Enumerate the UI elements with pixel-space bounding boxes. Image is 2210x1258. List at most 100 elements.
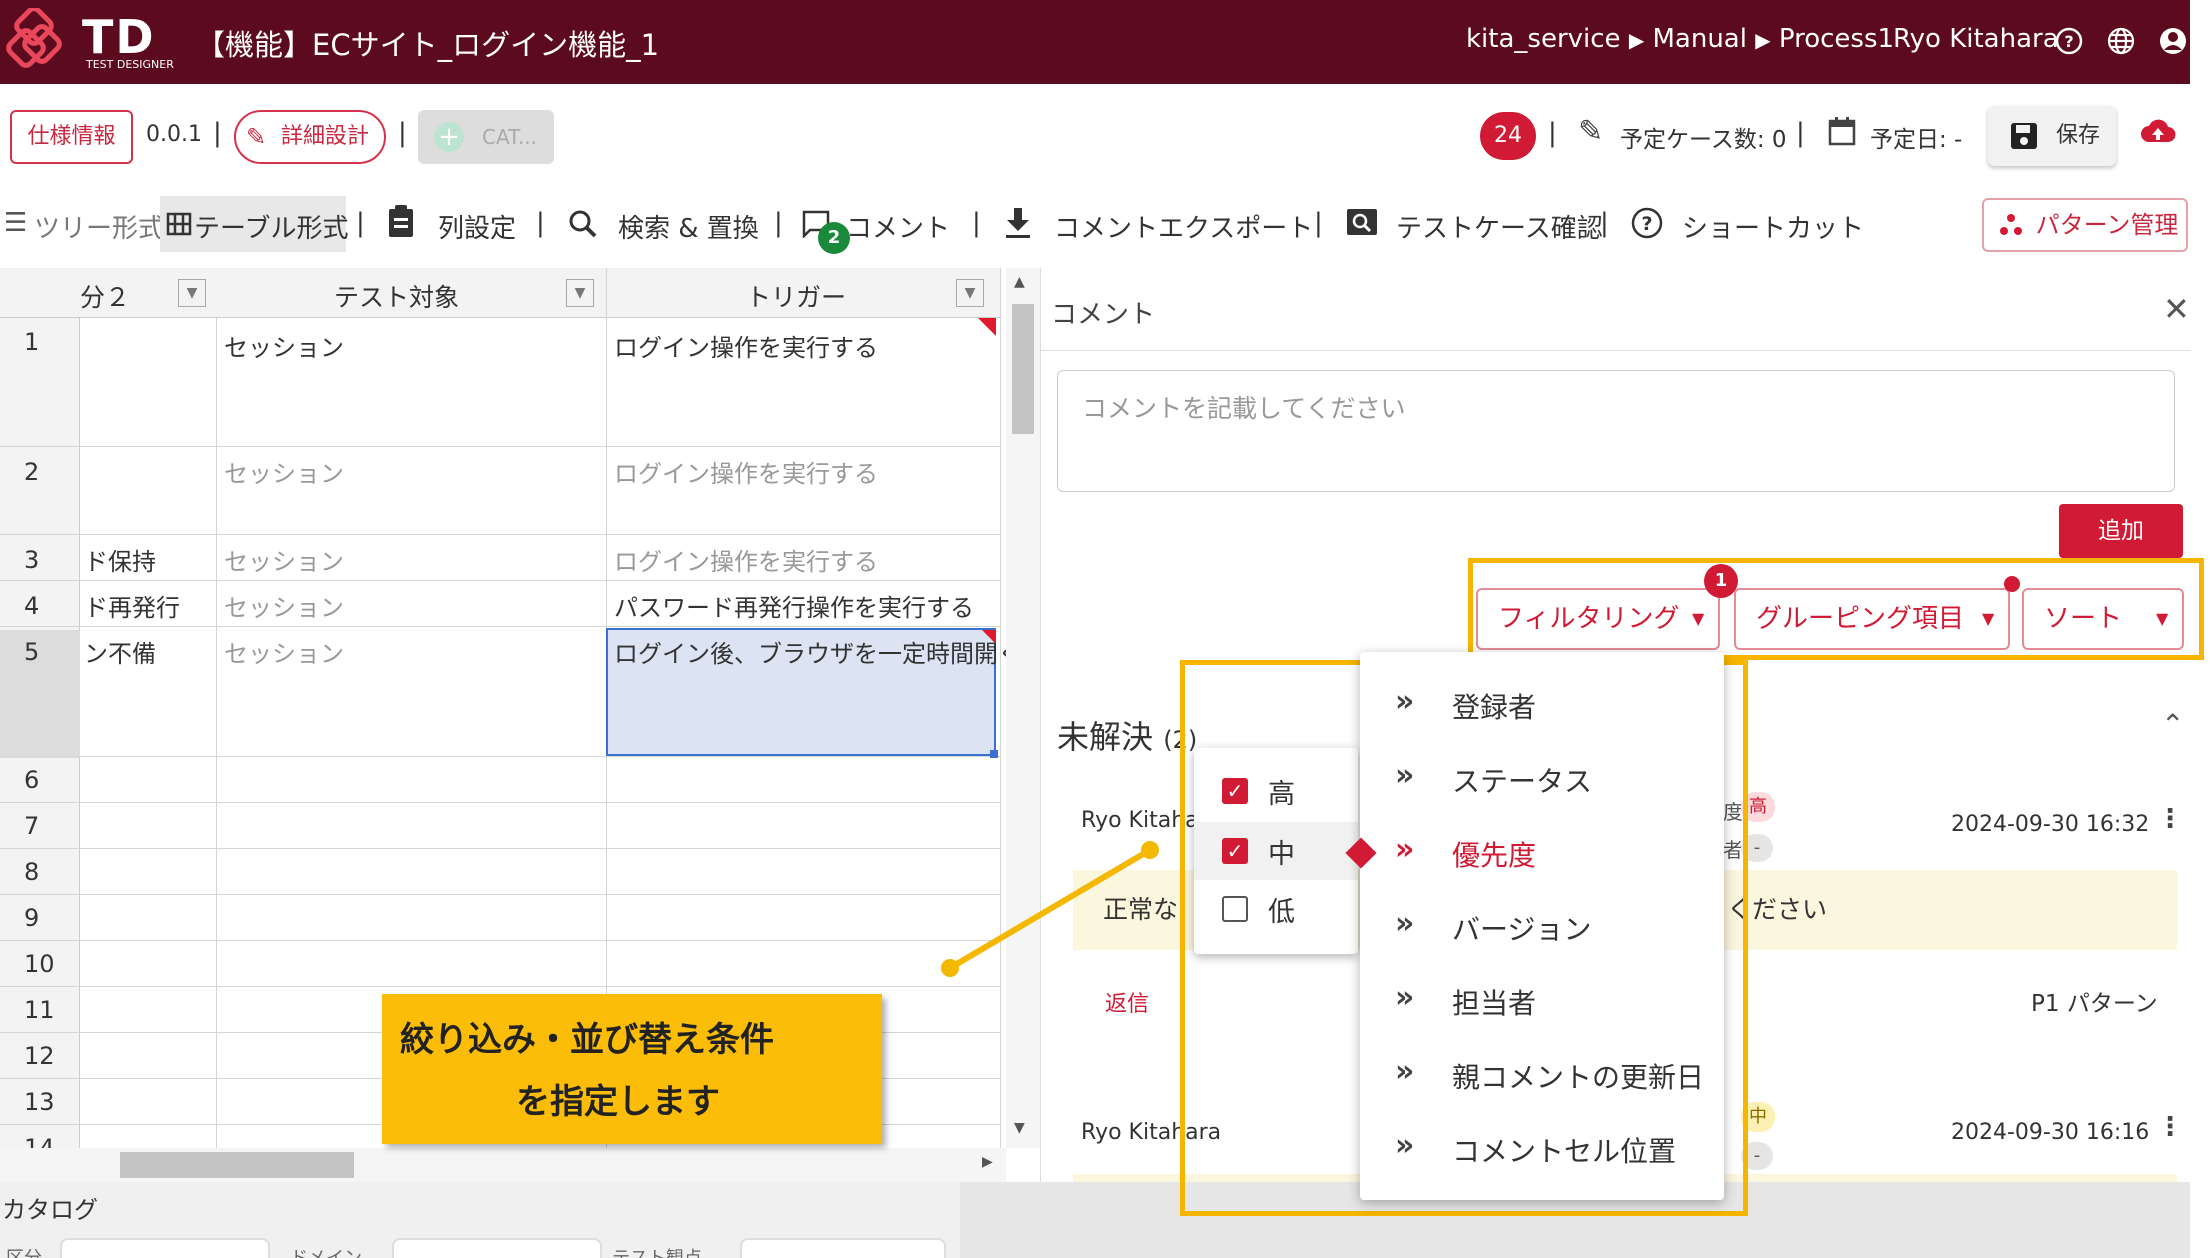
comment-input[interactable]: コメントを記載してください: [1057, 370, 2175, 492]
pattern-management-button[interactable]: パターン管理: [1982, 198, 2188, 252]
row-number: 12: [24, 1042, 55, 1070]
table-cell[interactable]: パスワード再発行操作を実行する: [614, 588, 974, 623]
pattern-reference[interactable]: P1 パターン: [2031, 984, 2158, 1018]
spec-info-button[interactable]: 仕様情報: [10, 110, 133, 164]
filter-dropdown-icon[interactable]: ▼: [178, 279, 206, 307]
reply-button[interactable]: 返信: [1105, 986, 1149, 1018]
menu-item-status[interactable]: ステータス: [1452, 760, 1592, 800]
scroll-right-icon[interactable]: ▶: [982, 1154, 993, 1170]
row-number: 7: [24, 812, 40, 840]
catalog-select[interactable]: [740, 1238, 946, 1258]
table-cell[interactable]: ン不備: [84, 634, 156, 669]
chevron-double-right-icon: »: [1395, 980, 1415, 1015]
menu-item-priority[interactable]: 優先度: [1452, 834, 1536, 874]
breadcrumb-process[interactable]: Process1: [1779, 24, 1894, 54]
collapse-chevron-icon[interactable]: ⌃: [2161, 708, 2184, 741]
search-replace-icon: [569, 210, 597, 238]
table-cell[interactable]: セッション: [224, 634, 344, 669]
col-divider: [1000, 268, 1001, 1188]
checkbox-unchecked-icon[interactable]: [1222, 896, 1248, 922]
search-replace-button[interactable]: 検索 & 置換: [618, 208, 759, 245]
checkbox-checked-icon[interactable]: ✓: [1222, 778, 1248, 804]
close-icon[interactable]: ✕: [2163, 290, 2190, 328]
testcase-check-button[interactable]: テストケース確認: [1396, 208, 1603, 245]
sort-button[interactable]: ソート ▼: [2022, 588, 2184, 650]
row-divider: [0, 626, 1000, 627]
save-label: 保存: [2056, 123, 2101, 148]
table-cell[interactable]: ログイン後、ブラウザを一定時間開く: [614, 634, 1022, 669]
horizontal-scroll-thumb[interactable]: [120, 1152, 354, 1178]
comment-export-button[interactable]: コメントエクスポート: [1054, 208, 1313, 245]
breadcrumb-manual[interactable]: Manual: [1652, 24, 1746, 54]
cat-button[interactable]: + CAT...: [418, 110, 554, 164]
chevron-double-right-icon: »: [1395, 758, 1415, 793]
row-number: 8: [24, 858, 40, 886]
divider: [1041, 350, 2191, 351]
column-header-target[interactable]: テスト対象: [334, 278, 459, 314]
checkbox-checked-icon[interactable]: ✓: [1222, 838, 1248, 864]
svg-text:?: ?: [1641, 213, 1652, 235]
row-number: 3: [24, 546, 40, 574]
table-cell[interactable]: セッション: [224, 542, 344, 577]
filter-button[interactable]: フィルタリング ▼: [1476, 588, 1720, 650]
dropdown-arrow-icon: ▼: [1982, 609, 1995, 628]
shortcut-button[interactable]: ショートカット: [1682, 208, 1864, 245]
add-comment-button[interactable]: 追加: [2059, 504, 2183, 558]
table-cell[interactable]: セッション: [224, 588, 344, 623]
account-icon[interactable]: [2158, 26, 2188, 56]
menu-item-assignee[interactable]: 担当者: [1452, 982, 1536, 1022]
row-number: 5: [24, 638, 40, 666]
detail-design-label: 詳細設計: [280, 124, 369, 149]
menu-item-registrant[interactable]: 登録者: [1452, 686, 1536, 726]
separator: |: [536, 208, 545, 238]
cloud-upload-icon[interactable]: [2140, 118, 2176, 146]
grouping-active-dot: [2004, 576, 2020, 592]
dropdown-arrow-icon: ▼: [1692, 609, 1705, 628]
catalog-select[interactable]: [60, 1238, 270, 1258]
notification-count-badge[interactable]: 24: [1480, 112, 1536, 160]
menu-item-parent-updated[interactable]: 親コメントの更新日: [1452, 1056, 1704, 1096]
main-toolbar: 仕様情報 0.0.1 | ✎ 詳細設計 | + CAT... 24 | ✎ 予定…: [0, 84, 2190, 186]
vertical-scroll-thumb[interactable]: [1012, 304, 1034, 434]
app-window: { "header": { "logo_text": "TD", "logo_s…: [0, 0, 2210, 1258]
menu-item-version[interactable]: バージョン: [1452, 908, 1591, 948]
row-number: 11: [24, 996, 55, 1024]
row-divider: [0, 446, 1000, 447]
globe-icon[interactable]: [2106, 26, 2136, 56]
scroll-up-icon[interactable]: ▲: [1014, 274, 1025, 290]
comment-button[interactable]: コメント: [846, 208, 950, 245]
menu-item-cell-position[interactable]: コメントセル位置: [1452, 1130, 1676, 1170]
tree-view-button[interactable]: ツリー形式: [34, 208, 164, 245]
grouping-button[interactable]: グルーピング項目 ▼: [1734, 588, 2010, 650]
help-icon[interactable]: ?: [2054, 26, 2084, 56]
priority-option-high[interactable]: 高: [1268, 772, 1295, 811]
grouping-label: グルーピング項目: [1756, 604, 1965, 634]
table-cell[interactable]: ド保持: [84, 542, 156, 577]
table-cell[interactable]: ログイン操作を実行する: [614, 454, 878, 489]
priority-option-low[interactable]: 低: [1268, 890, 1295, 929]
more-vert-icon[interactable]: ⋮: [2157, 1112, 2183, 1142]
detail-design-button[interactable]: ✎ 詳細設計: [234, 110, 386, 164]
column-header-kubun[interactable]: 分２: [80, 278, 130, 314]
unresolved-heading: 未解決 (2): [1057, 712, 1197, 758]
column-header-trigger[interactable]: トリガー: [746, 278, 846, 314]
breadcrumb-service[interactable]: kita_service: [1466, 24, 1621, 54]
chevron-double-right-icon: »: [1395, 832, 1415, 867]
more-vert-icon[interactable]: ⋮: [2157, 804, 2183, 834]
comment-marker-icon[interactable]: [978, 318, 996, 336]
filter-dropdown-icon[interactable]: ▼: [956, 279, 984, 307]
fill-handle[interactable]: [990, 750, 998, 758]
priority-option-mid[interactable]: 中: [1268, 832, 1295, 871]
user-name: Ryo Kitahara: [1893, 24, 2059, 54]
table-cell[interactable]: ド再発行: [84, 588, 180, 623]
table-cell[interactable]: ログイン操作を実行する: [614, 542, 878, 577]
catalog-select[interactable]: [392, 1238, 602, 1258]
table-cell[interactable]: ログイン操作を実行する: [614, 328, 878, 363]
table-cell[interactable]: セッション: [224, 454, 344, 489]
save-button[interactable]: 保存: [1988, 106, 2116, 166]
column-settings-button[interactable]: 列設定: [438, 208, 516, 245]
filter-dropdown-icon[interactable]: ▼: [566, 279, 594, 307]
table-cell[interactable]: セッション: [224, 328, 344, 363]
table-view-button[interactable]: テーブル形式: [160, 196, 348, 252]
scroll-down-icon[interactable]: ▼: [1014, 1120, 1025, 1136]
